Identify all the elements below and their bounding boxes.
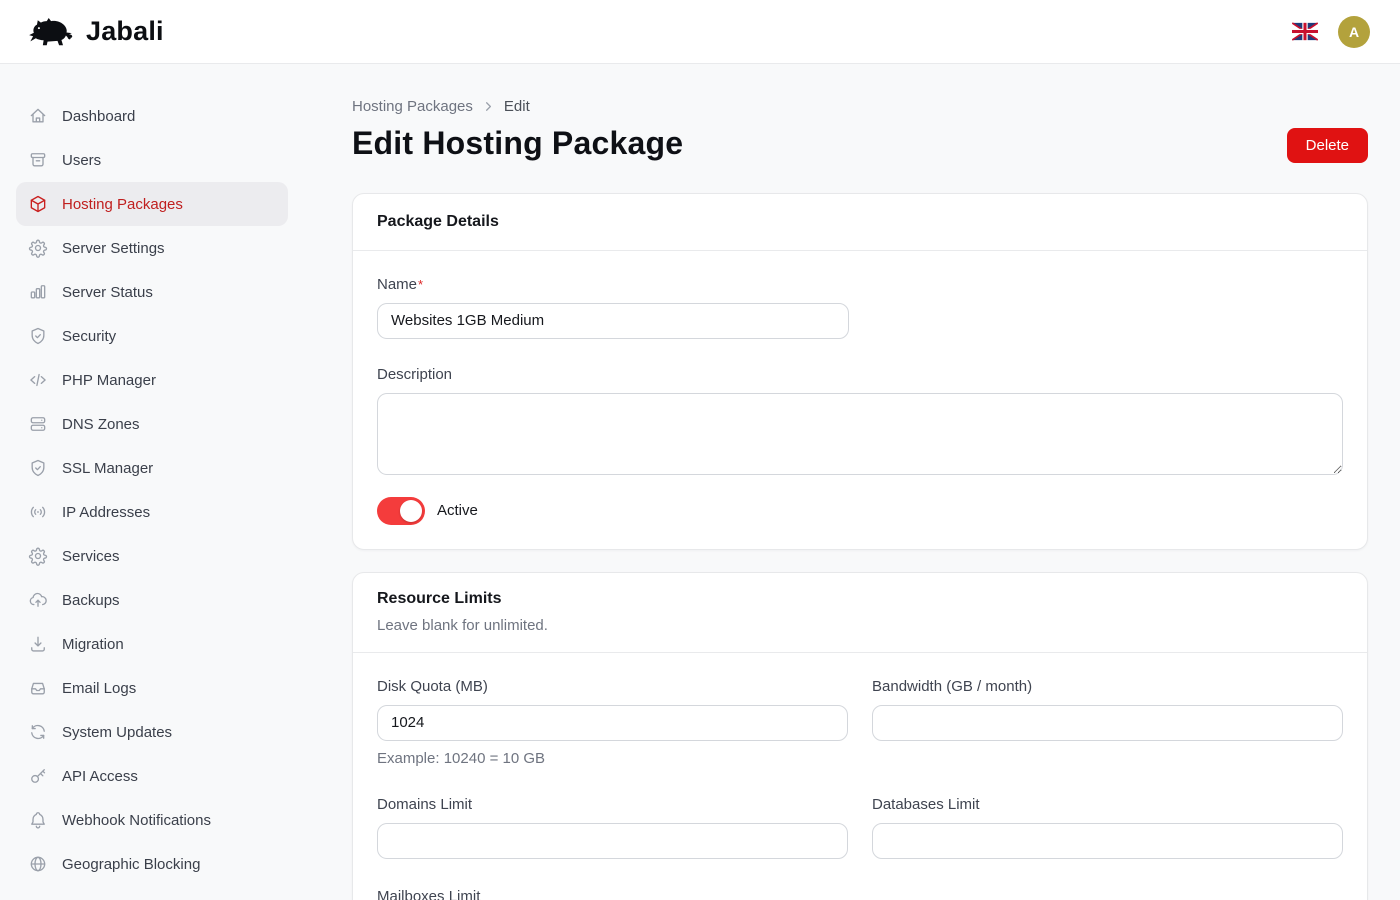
brand-name: Jabali <box>86 16 164 47</box>
cloud-upload-icon <box>28 590 48 610</box>
sidebar-item-label: SSL Manager <box>62 460 153 477</box>
sidebar-item-label: PHP Manager <box>62 372 156 389</box>
top-header: Jabali A <box>0 0 1400 64</box>
disk-quota-field: Disk Quota (MB) Example: 10240 = 10 GB <box>377 677 848 767</box>
sidebar-item-label: Server Status <box>62 284 153 301</box>
sidebar-item-label: Services <box>62 548 120 565</box>
breadcrumb-parent[interactable]: Hosting Packages <box>352 98 473 115</box>
required-mark: * <box>418 277 423 292</box>
home-icon <box>28 106 48 126</box>
sidebar-item-label: Email Logs <box>62 680 136 697</box>
sidebar-item-backups[interactable]: Backups <box>16 578 288 622</box>
mailboxes-limit-field: Mailboxes Limit <box>377 887 848 900</box>
sidebar-item-label: API Access <box>62 768 138 785</box>
package-icon <box>28 194 48 214</box>
sidebar-item-label: Security <box>62 328 116 345</box>
main-content: Hosting Packages Edit Edit Hosting Packa… <box>304 64 1400 900</box>
sidebar-item-label: Hosting Packages <box>62 196 183 213</box>
resource-limits-title: Resource Limits <box>377 587 1343 611</box>
sidebar-item-label: Geographic Blocking <box>62 856 200 873</box>
sidebar-item-label: IP Addresses <box>62 504 150 521</box>
description-label: Description <box>377 365 1343 385</box>
refresh-icon <box>28 722 48 742</box>
sidebar-item-services[interactable]: Services <box>16 534 288 578</box>
name-input[interactable] <box>377 303 849 339</box>
active-toggle-label: Active <box>437 502 478 519</box>
sidebar-item-label: Users <box>62 152 101 169</box>
bandwidth-label: Bandwidth (GB / month) <box>872 677 1343 697</box>
bandwidth-input[interactable] <box>872 705 1343 741</box>
disk-quota-hint: Example: 10240 = 10 GB <box>377 751 848 767</box>
breadcrumb-current: Edit <box>504 98 530 115</box>
inbox-icon <box>28 678 48 698</box>
sidebar-item-label: Server Settings <box>62 240 165 257</box>
sidebar-item-system-updates[interactable]: System Updates <box>16 710 288 754</box>
package-details-card: Package Details Name* Description <box>352 193 1368 550</box>
toggle-knob-icon <box>400 500 422 522</box>
uk-flag-icon[interactable] <box>1292 22 1318 41</box>
sidebar-item-email-logs[interactable]: Email Logs <box>16 666 288 710</box>
sidebar-item-server-settings[interactable]: Server Settings <box>16 226 288 270</box>
code-icon <box>28 370 48 390</box>
sidebar-item-php-manager[interactable]: PHP Manager <box>16 358 288 402</box>
user-avatar[interactable]: A <box>1338 16 1370 48</box>
sidebar-item-dashboard[interactable]: Dashboard <box>16 94 288 138</box>
sidebar-item-label: Backups <box>62 592 120 609</box>
boar-icon <box>28 13 78 51</box>
description-input[interactable] <box>377 393 1343 475</box>
sidebar-item-label: Webhook Notifications <box>62 812 211 829</box>
sidebar-item-migration[interactable]: Migration <box>16 622 288 666</box>
sidebar-item-label: System Updates <box>62 724 172 741</box>
chevron-right-icon <box>481 99 496 114</box>
delete-button[interactable]: Delete <box>1287 128 1368 163</box>
sidebar-item-label: Dashboard <box>62 108 135 125</box>
sidebar-item-hosting-packages[interactable]: Hosting Packages <box>16 182 288 226</box>
gear-icon <box>28 238 48 258</box>
databases-limit-input[interactable] <box>872 823 1343 859</box>
gear-icon <box>28 546 48 566</box>
sidebar-item-api-access[interactable]: API Access <box>16 754 288 798</box>
sidebar-item-label: DNS Zones <box>62 416 140 433</box>
sidebar-item-label: Migration <box>62 636 124 653</box>
sidebar-item-geographic-blocking[interactable]: Geographic Blocking <box>16 842 288 886</box>
package-details-title: Package Details <box>377 210 1343 234</box>
archive-icon <box>28 150 48 170</box>
server-stack-icon <box>28 414 48 434</box>
active-toggle[interactable] <box>377 497 425 525</box>
key-icon <box>28 766 48 786</box>
sidebar-item-ip-addresses[interactable]: IP Addresses <box>16 490 288 534</box>
brand-logo[interactable]: Jabali <box>28 13 164 51</box>
bell-icon <box>28 810 48 830</box>
breadcrumb: Hosting Packages Edit <box>352 98 1368 115</box>
shield-check-icon <box>28 458 48 478</box>
databases-limit-label: Databases Limit <box>872 795 1343 815</box>
resource-limits-card: Resource Limits Leave blank for unlimite… <box>352 572 1368 900</box>
domains-limit-label: Domains Limit <box>377 795 848 815</box>
shield-check-icon <box>28 326 48 346</box>
download-icon <box>28 634 48 654</box>
sidebar-item-dns-zones[interactable]: DNS Zones <box>16 402 288 446</box>
bandwidth-field: Bandwidth (GB / month) <box>872 677 1343 741</box>
sidebar-item-webhook-notifications[interactable]: Webhook Notifications <box>16 798 288 842</box>
chart-bars-icon <box>28 282 48 302</box>
sidebar-item-security[interactable]: Security <box>16 314 288 358</box>
sidebar-item-users[interactable]: Users <box>16 138 288 182</box>
databases-limit-field: Databases Limit <box>872 795 1343 859</box>
sidebar-item-ssl-manager[interactable]: SSL Manager <box>16 446 288 490</box>
mailboxes-limit-label: Mailboxes Limit <box>377 887 848 900</box>
name-label: Name* <box>377 275 1343 295</box>
domains-limit-input[interactable] <box>377 823 848 859</box>
disk-quota-label: Disk Quota (MB) <box>377 677 848 697</box>
disk-quota-input[interactable] <box>377 705 848 741</box>
resource-limits-subtitle: Leave blank for unlimited. <box>377 616 1343 636</box>
sidebar-nav: Dashboard Users Hosting Packages Server Set… <box>0 64 304 900</box>
sidebar-item-server-status[interactable]: Server Status <box>16 270 288 314</box>
broadcast-icon <box>28 502 48 522</box>
globe-icon <box>28 854 48 874</box>
domains-limit-field: Domains Limit <box>377 795 848 859</box>
page-title: Edit Hosting Package <box>352 123 683 165</box>
